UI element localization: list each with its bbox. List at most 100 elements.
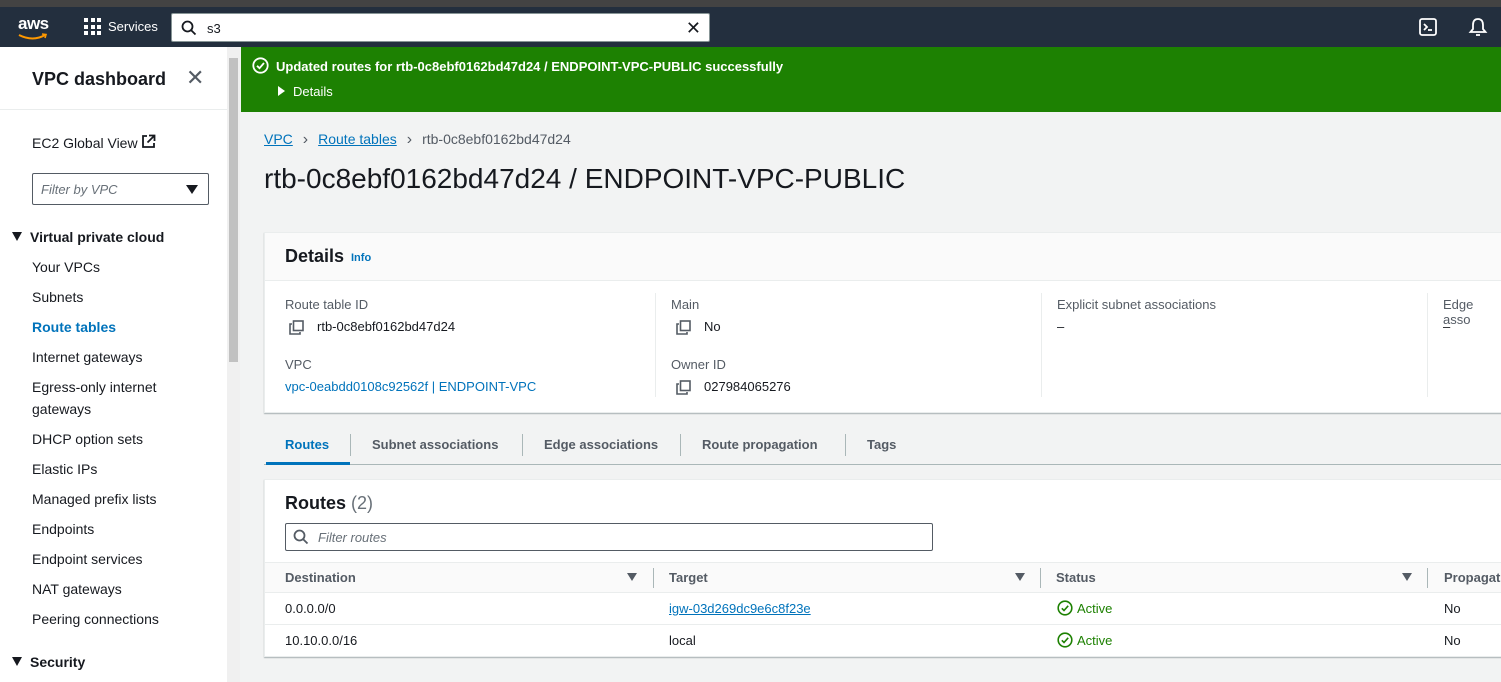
filter-by-vpc-placeholder: Filter by VPC xyxy=(41,182,118,197)
copy-icon[interactable] xyxy=(289,320,304,335)
sidebar-divider xyxy=(0,109,227,110)
route-table-tabs: Routes Subnet associations Edge associat… xyxy=(264,425,1501,465)
sidebar-item-egress-only-internet-gateways[interactable]: Egress-only internet gateways xyxy=(32,376,172,420)
column-resizer[interactable] xyxy=(1427,568,1428,588)
sidebar-item-endpoints[interactable]: Endpoints xyxy=(32,518,182,540)
tab-tags[interactable]: Tags xyxy=(867,437,896,452)
sidebar-item-peering-connections[interactable]: Peering connections xyxy=(32,608,182,630)
filter-routes-input[interactable]: Filter routes xyxy=(285,523,933,551)
flash-details-label: Details xyxy=(293,84,333,99)
aws-top-navigation: aws Services s3 ✕ xyxy=(0,7,1501,47)
success-check-icon xyxy=(252,57,269,74)
column-divider xyxy=(655,293,656,397)
notifications-bell-icon[interactable] xyxy=(1468,17,1488,37)
search-value: s3 xyxy=(207,21,221,36)
caret-down-icon xyxy=(12,657,22,666)
aws-logo[interactable]: aws xyxy=(18,14,50,40)
sidebar-item-internet-gateways[interactable]: Internet gateways xyxy=(32,346,182,368)
sidebar-item-route-tables[interactable]: Route tables xyxy=(32,316,182,338)
column-header-status[interactable]: Status xyxy=(1056,570,1096,585)
sidebar-item-subnets[interactable]: Subnets xyxy=(32,286,182,308)
info-link[interactable]: Info xyxy=(351,252,371,264)
owner-id-label: Owner ID xyxy=(671,357,726,372)
flash-details-toggle[interactable]: Details xyxy=(278,84,333,99)
sort-caret-icon[interactable] xyxy=(627,573,637,581)
routes-heading-label: Routes xyxy=(285,493,347,513)
search-icon xyxy=(181,20,197,36)
tab-route-propagation[interactable]: Route propagation xyxy=(702,437,818,452)
tab-separator xyxy=(350,434,351,456)
sidebar-scrollbar-thumb[interactable] xyxy=(229,58,238,362)
explicit-subnet-associations-label: Explicit subnet associations xyxy=(1057,297,1216,312)
services-menu-button[interactable]: Services xyxy=(108,19,158,34)
vpc-label: VPC xyxy=(285,357,312,372)
breadcrumb-vpc[interactable]: VPC xyxy=(264,131,293,147)
sidebar-item-endpoint-services[interactable]: Endpoint services xyxy=(32,548,182,570)
copy-icon[interactable] xyxy=(676,380,691,395)
active-tab-indicator xyxy=(266,462,350,465)
sidebar-item-your-vpcs[interactable]: Your VPCs xyxy=(32,256,182,278)
column-divider xyxy=(1427,293,1428,397)
propagated-cell: No xyxy=(1444,633,1461,648)
section-virtual-private-cloud[interactable]: Virtual private cloud xyxy=(12,229,164,245)
edge-associations-label: Edge asso xyxy=(1443,297,1474,327)
tab-edge-associations[interactable]: Edge associations xyxy=(544,437,658,452)
caret-right-icon xyxy=(278,86,285,96)
column-header-propagated[interactable]: Propagat xyxy=(1444,570,1500,585)
route-table-id-value: rtb-0c8ebf0162bd47d24 xyxy=(317,319,456,334)
status-success-icon xyxy=(1057,600,1073,616)
column-header-target[interactable]: Target xyxy=(669,570,708,585)
routes-table-header: Destination Target Status Propagat xyxy=(265,562,1501,593)
success-flash-banner: Updated routes for rtb-0c8ebf0162bd47d24… xyxy=(241,47,1501,112)
table-row: 0.0.0.0/0 igw-03d269dc9e6c8f23e Active N… xyxy=(265,593,1501,625)
close-sidebar-icon[interactable]: ✕ xyxy=(186,67,204,89)
edge-associations-value: – xyxy=(1443,319,1451,334)
owner-id-value: 027984065276 xyxy=(704,379,791,394)
sidebar-item-elastic-ips[interactable]: Elastic IPs xyxy=(32,458,182,480)
vpc-link[interactable]: vpc-0eabdd0108c92562f | ENDPOINT-VPC xyxy=(285,379,536,394)
breadcrumb-route-tables[interactable]: Route tables xyxy=(318,131,397,147)
search-icon xyxy=(293,529,309,545)
column-resizer[interactable] xyxy=(1040,568,1041,588)
sort-caret-icon[interactable] xyxy=(1015,573,1025,581)
breadcrumb: VPC › Route tables › rtb-0c8ebf0162bd47d24 xyxy=(264,131,571,149)
services-grid-icon[interactable] xyxy=(84,18,101,35)
details-header: Details Info xyxy=(265,233,1501,281)
sidebar-title[interactable]: VPC dashboard xyxy=(32,69,166,90)
copy-icon[interactable] xyxy=(676,320,691,335)
sort-caret-icon[interactable] xyxy=(1402,573,1412,581)
sidebar-item-nat-gateways[interactable]: NAT gateways xyxy=(32,578,182,600)
status-success-icon xyxy=(1057,632,1073,648)
breadcrumb-current: rtb-0c8ebf0162bd47d24 xyxy=(422,131,571,147)
tab-subnet-associations[interactable]: Subnet associations xyxy=(372,437,498,452)
tab-routes[interactable]: Routes xyxy=(285,437,329,452)
routes-panel: Routes (2) Filter routes Destination Tar… xyxy=(264,479,1501,657)
tab-separator xyxy=(522,434,523,456)
target-cell: local xyxy=(669,633,696,648)
sidebar-item-dhcp-option-sets[interactable]: DHCP option sets xyxy=(32,428,182,450)
main-value: No xyxy=(704,319,721,334)
routes-count: (2) xyxy=(351,493,374,513)
section-security[interactable]: Security xyxy=(12,654,85,670)
explicit-subnet-associations-value: – xyxy=(1057,319,1065,334)
sidebar-item-managed-prefix-lists[interactable]: Managed prefix lists xyxy=(32,488,182,510)
destination-cell: 10.10.0.0/16 xyxy=(285,633,358,648)
propagated-cell: No xyxy=(1444,601,1461,616)
destination-cell: 0.0.0.0/0 xyxy=(285,601,336,616)
cloudshell-icon[interactable] xyxy=(1419,18,1437,36)
tab-separator xyxy=(680,434,681,456)
column-resizer[interactable] xyxy=(653,568,654,588)
details-panel: Details Info Route table ID rtb-0c8ebf01… xyxy=(264,232,1501,413)
clear-search-icon[interactable]: ✕ xyxy=(686,19,701,37)
global-search-input[interactable]: s3 ✕ xyxy=(171,13,710,42)
aws-logo-text: aws xyxy=(18,14,49,33)
table-row: 10.10.0.0/16 local Active No xyxy=(265,625,1501,657)
aws-smile-icon xyxy=(18,33,48,40)
sidebar-item-ec2-global-view[interactable]: EC2 Global View xyxy=(32,135,138,151)
column-header-destination[interactable]: Destination xyxy=(285,570,356,585)
target-link[interactable]: igw-03d269dc9e6c8f23e xyxy=(669,601,811,616)
filter-by-vpc-select[interactable]: Filter by VPC xyxy=(32,173,209,205)
flash-message: Updated routes for rtb-0c8ebf0162bd47d24… xyxy=(276,59,784,74)
navigation-sidebar: VPC dashboard ✕ EC2 Global View Filter b… xyxy=(0,47,240,682)
routes-heading: Routes (2) xyxy=(285,493,373,514)
